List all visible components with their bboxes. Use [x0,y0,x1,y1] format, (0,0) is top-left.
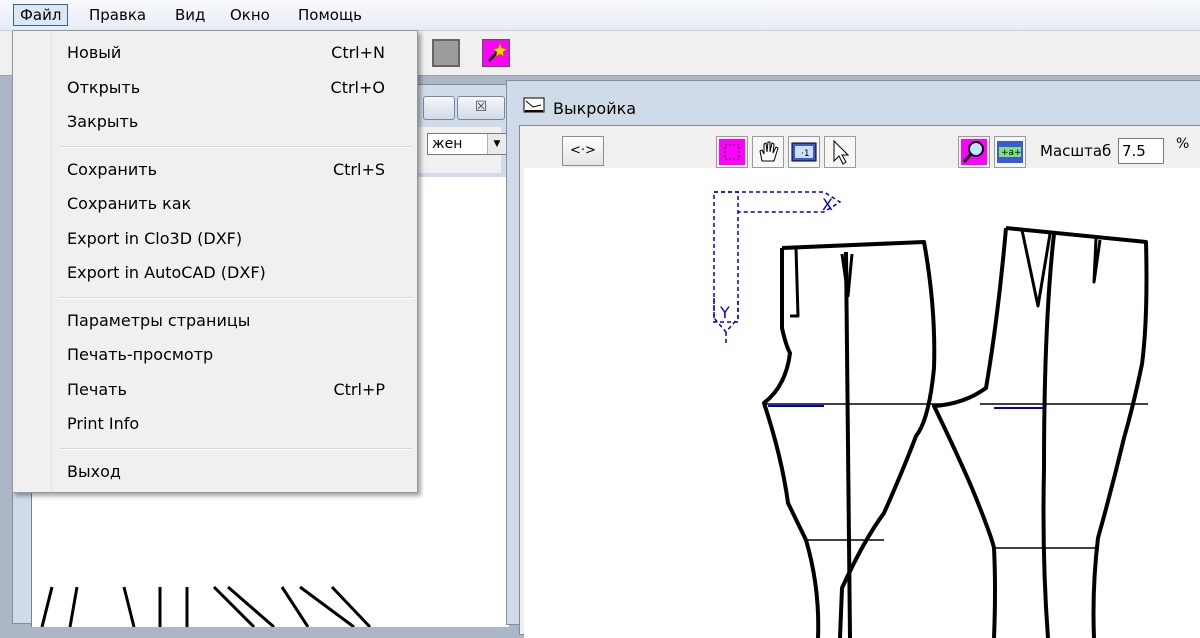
svg-text:·1: ·1 [801,149,810,159]
menu-separator [59,447,413,450]
menu-item-label: Печать [67,379,127,399]
menu-item-label: Print Info [67,414,140,433]
menu-item[interactable]: Открыть Ctrl+O [13,72,417,102]
menu-item-label: Export in AutoCAD (DXF) [67,263,266,282]
magic-wand-icon[interactable] [482,39,510,67]
menu-edit[interactable]: Правка [83,4,152,26]
pattern-drawing: X Y [713,191,1149,638]
menu-item-label: Параметры страницы [67,310,251,330]
zoom-icon[interactable] [958,136,990,168]
menu-item[interactable]: Выход [13,456,417,486]
menu-separator [59,145,413,148]
menu-item[interactable]: Печать Ctrl+P [13,374,417,404]
menu-item-shortcut: Ctrl+P [333,379,385,399]
pattern-drawing-area[interactable]: X Y [524,168,1200,638]
axis-y-label: Y [719,303,730,322]
menu-item-label: Открыть [67,77,141,97]
size-combo-value: жен [432,136,463,152]
scale-label: Масштаб [1040,142,1112,160]
svg-text:+a+: +a+ [1001,148,1022,158]
size-combo[interactable]: жен ▼ [427,133,507,155]
nav-button[interactable]: <·> [562,136,604,166]
menu-item[interactable]: Сохранить как [13,188,417,218]
file-menu-dropdown: Новый Ctrl+N Открыть Ctrl+O Закрыть Сохранить… [12,30,418,493]
close-button[interactable]: ☒ [457,96,505,120]
menu-item[interactable]: Печать-просмотр [13,339,417,369]
hand-pan-icon[interactable] [752,136,784,168]
pattern-window-title: Выкройка [553,99,637,118]
menu-item-label: Закрыть [67,112,139,131]
chevron-down-icon[interactable]: ▼ [487,134,506,154]
pointer-icon[interactable] [824,136,856,168]
menu-item[interactable]: Export in AutoCAD (DXF) [13,257,417,287]
menu-item-label: Новый [67,43,122,62]
select-rect-icon[interactable] [716,136,748,168]
menu-item[interactable]: Сохранить Ctrl+S [13,154,417,184]
menu-item-shortcut: Ctrl+S [332,159,385,179]
ruler-icon[interactable]: ·1 [788,136,820,168]
pattern-back-piece [932,226,1149,638]
scale-unit: % [1176,136,1190,152]
menu-item-label: Export in Clo3D (DXF) [67,228,243,248]
menu-item[interactable]: Закрыть [13,106,417,136]
menu-item-shortcut: Ctrl+O [330,77,385,97]
restore-button[interactable] [423,96,455,120]
menu-window[interactable]: Окно [224,4,276,26]
pattern-front-piece [762,240,937,638]
menu-item[interactable]: Параметры страницы [13,305,417,335]
axis-x-label: X [822,195,833,214]
menu-item[interactable]: Новый Ctrl+N [13,37,417,67]
menu-item-label: Выход [67,461,121,481]
menu-item-label: Сохранить [67,159,157,179]
menu-view[interactable]: Вид [169,4,211,26]
menu-item-label: Печать-просмотр [67,345,214,364]
menu-separator [59,296,413,299]
scale-input[interactable]: 7.5 [1118,138,1164,164]
pattern-client: <·> ·1 +a+ Масштаб 7.5 % X Y [519,125,1200,638]
menu-item[interactable]: Export in Clo3D (DXF) [13,223,417,253]
pattern-window-icon [523,97,545,113]
menu-help[interactable]: Помощь [292,4,368,26]
pattern-window: Выкройка <·> ·1 +a+ Масштаб 7.5 % X Y [506,80,1200,638]
measure-icon[interactable]: +a+ [994,136,1026,168]
gray-swatch-icon[interactable] [432,39,460,67]
menu-item-label: Сохранить как [67,194,192,213]
menu-item[interactable]: Print Info [13,408,417,438]
menu-bar: Файл Правка Вид Окно Помощь [0,0,1200,31]
menu-file[interactable]: Файл [13,4,69,26]
menu-item-shortcut: Ctrl+N [331,43,385,62]
